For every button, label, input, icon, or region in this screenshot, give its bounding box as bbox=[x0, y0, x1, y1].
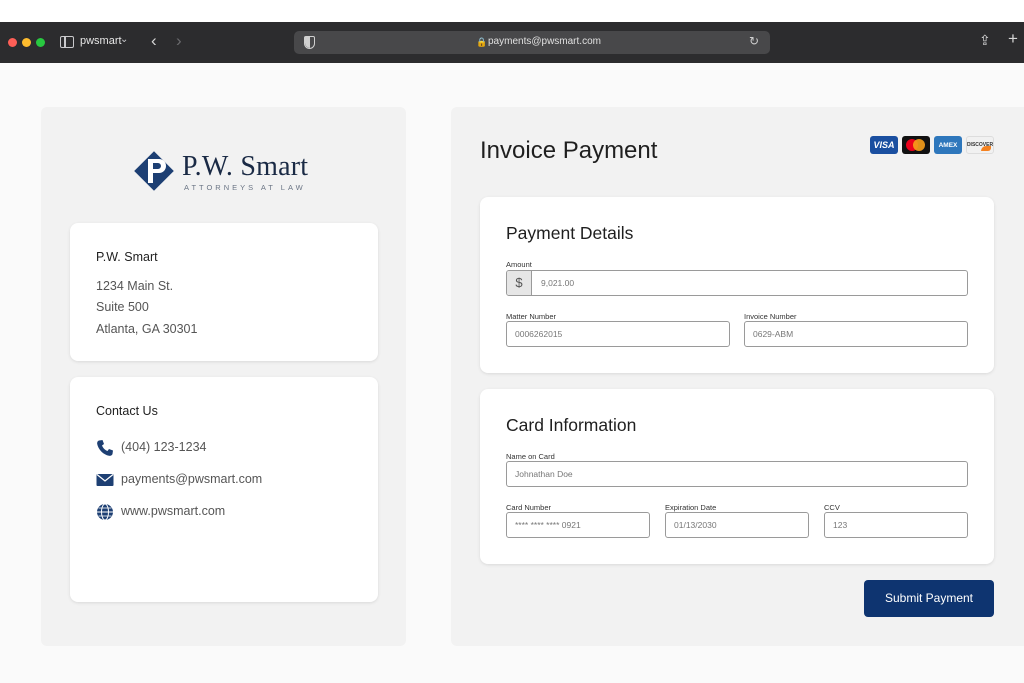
url-text[interactable]: payments@pwsmart.com bbox=[488, 36, 601, 47]
amount-value: 9,021.00 bbox=[541, 278, 575, 288]
chevron-down-icon[interactable]: ⌄ bbox=[120, 34, 128, 45]
matter-number-input[interactable]: 0006262015 bbox=[506, 321, 730, 347]
contact-title: Contact Us bbox=[96, 404, 158, 418]
ccv-input[interactable]: 123 bbox=[824, 512, 968, 538]
firm-logo-tagline: ATTORNEYS AT LAW bbox=[184, 183, 306, 192]
card-number-label: Card Number bbox=[506, 503, 552, 512]
new-tab-icon[interactable]: + bbox=[1008, 29, 1018, 49]
submit-payment-button[interactable]: Submit Payment bbox=[864, 580, 994, 617]
card-number-input[interactable]: **** **** **** 0921 bbox=[506, 512, 650, 538]
globe-icon bbox=[97, 503, 113, 521]
matter-number-label: Matter Number bbox=[506, 312, 557, 321]
address-line-1: 1234 Main St. bbox=[96, 279, 174, 293]
close-window-button[interactable] bbox=[8, 38, 17, 47]
address-bar[interactable]: 🔒 payments@pwsmart.com ↻ bbox=[294, 31, 770, 54]
tab-group-name[interactable]: pwsmart bbox=[80, 35, 122, 47]
invoice-payment-panel: Invoice Payment VISA AMEX DISCOVER Payme… bbox=[451, 107, 1024, 646]
phone-icon bbox=[97, 440, 113, 456]
page-title: Invoice Payment bbox=[480, 137, 658, 164]
amex-icon: AMEX bbox=[934, 136, 962, 154]
address-line-2: Suite 500 bbox=[96, 300, 149, 314]
contact-website-row[interactable]: www.pwsmart.com bbox=[96, 502, 356, 522]
page-content: P.W. Smart ATTORNEYS AT LAW P.W. Smart 1… bbox=[0, 63, 1024, 683]
mastercard-icon bbox=[902, 136, 930, 154]
card-information-title: Card Information bbox=[506, 415, 637, 435]
address-title: P.W. Smart bbox=[96, 250, 158, 264]
address-line-3: Atlanta, GA 30301 bbox=[96, 322, 198, 336]
expiration-date-label: Expiration Date bbox=[665, 503, 717, 512]
contact-email-row[interactable]: payments@pwsmart.com bbox=[96, 470, 356, 490]
contact-email[interactable]: payments@pwsmart.com bbox=[121, 472, 262, 486]
firm-logo: P.W. Smart ATTORNEYS AT LAW bbox=[132, 149, 322, 199]
name-on-card-input[interactable]: Johnathan Doe bbox=[506, 461, 968, 487]
forward-arrow-icon[interactable]: › bbox=[176, 31, 182, 51]
payment-details-card: Payment Details Amount $ 9,021.00 Matter… bbox=[480, 197, 994, 373]
contact-website[interactable]: www.pwsmart.com bbox=[121, 504, 225, 518]
sidebar-toggle-icon[interactable] bbox=[60, 36, 74, 48]
amount-label: Amount bbox=[506, 260, 532, 269]
minimize-window-button[interactable] bbox=[22, 38, 31, 47]
share-icon[interactable]: ⇪ bbox=[979, 32, 991, 49]
currency-symbol: $ bbox=[507, 271, 532, 295]
reload-icon[interactable]: ↻ bbox=[749, 34, 759, 48]
firm-logo-mark-icon bbox=[134, 151, 174, 191]
invoice-number-input[interactable]: 0629-ABM bbox=[744, 321, 968, 347]
discover-icon: DISCOVER bbox=[966, 136, 994, 154]
expiration-date-input[interactable]: 01/13/2030 bbox=[665, 512, 809, 538]
zoom-window-button[interactable] bbox=[36, 38, 45, 47]
firm-info-panel: P.W. Smart ATTORNEYS AT LAW P.W. Smart 1… bbox=[41, 107, 406, 646]
contact-card: Contact Us (404) 123-1234 payments@pwsma… bbox=[70, 377, 378, 602]
card-information-card: Card Information Name on Card Johnathan … bbox=[480, 389, 994, 564]
name-on-card-label: Name on Card bbox=[506, 452, 555, 461]
mail-icon bbox=[96, 474, 114, 486]
visa-icon: VISA bbox=[870, 136, 898, 154]
accepted-cards: VISA AMEX DISCOVER bbox=[870, 136, 996, 156]
address-card: P.W. Smart 1234 Main St. Suite 500 Atlan… bbox=[70, 223, 378, 361]
payment-details-title: Payment Details bbox=[506, 223, 634, 243]
invoice-number-label: Invoice Number bbox=[744, 312, 797, 321]
back-arrow-icon[interactable]: ‹ bbox=[151, 31, 157, 51]
firm-logo-name: P.W. Smart bbox=[182, 151, 309, 182]
lock-icon: 🔒 bbox=[476, 37, 488, 47]
contact-phone-row[interactable]: (404) 123-1234 bbox=[96, 438, 356, 458]
ccv-label: CCV bbox=[824, 503, 840, 512]
amount-input[interactable]: $ 9,021.00 bbox=[506, 270, 968, 296]
privacy-shield-icon[interactable] bbox=[304, 36, 315, 49]
contact-phone[interactable]: (404) 123-1234 bbox=[121, 440, 206, 454]
browser-toolbar: pwsmart ⌄ ‹ › 🔒 payments@pwsmart.com ↻ ⇪… bbox=[0, 22, 1024, 63]
